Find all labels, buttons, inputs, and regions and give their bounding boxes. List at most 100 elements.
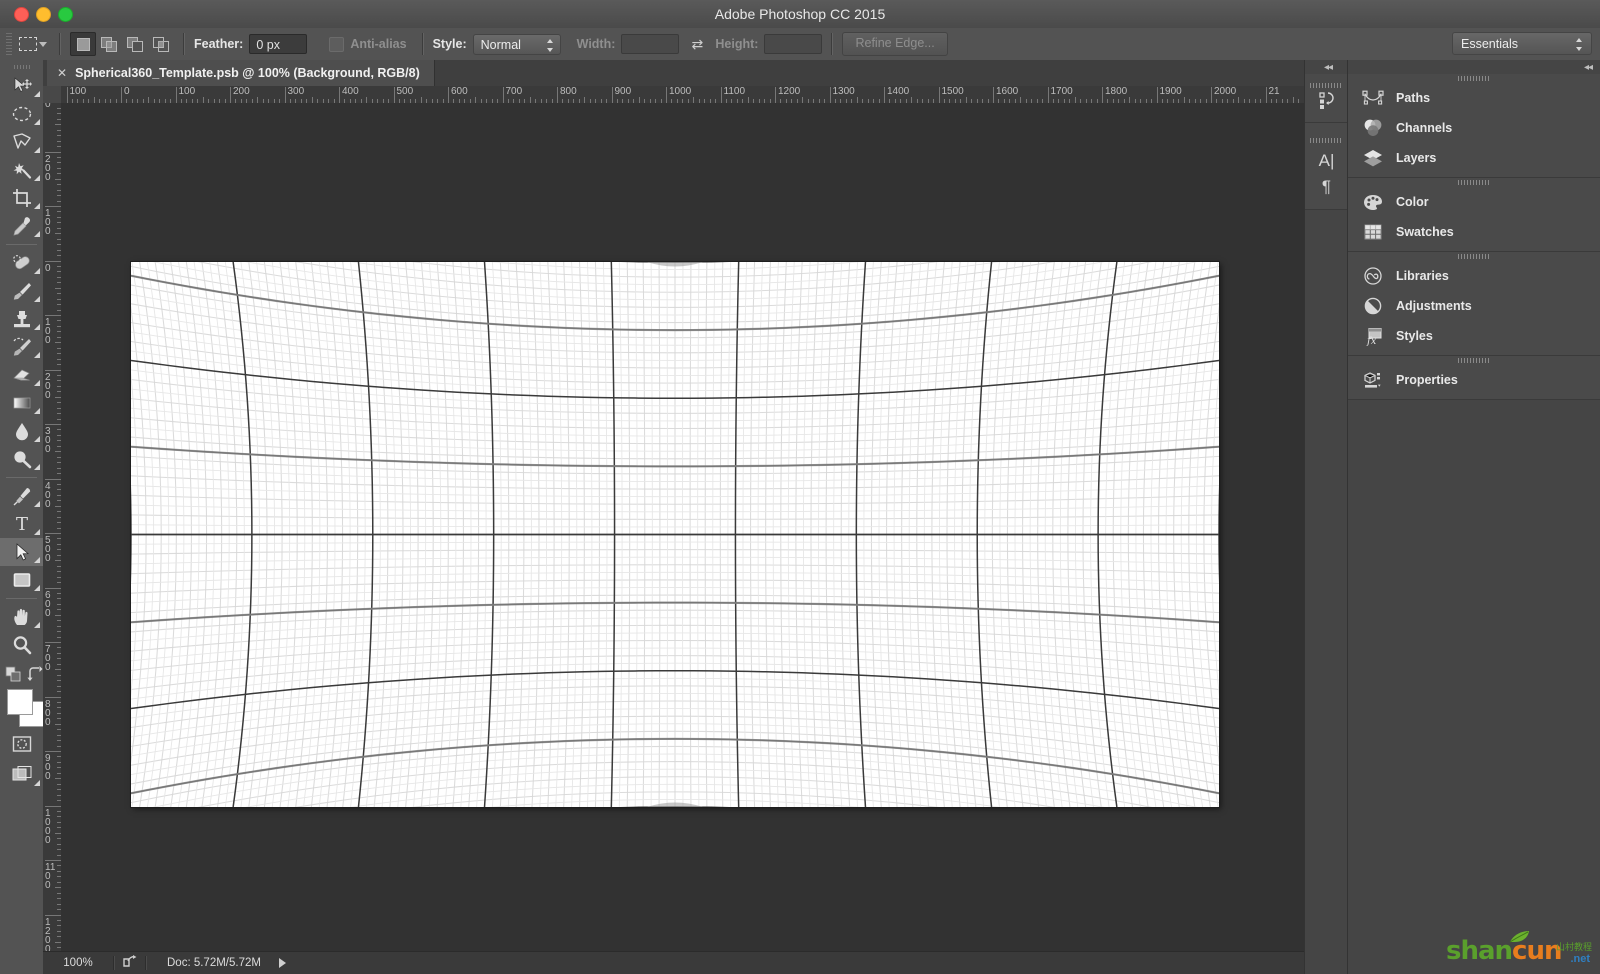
ruler-h-label: 2000 bbox=[1214, 86, 1237, 97]
path-selection-tool[interactable] bbox=[0, 538, 43, 566]
refine-edge-button[interactable]: Refine Edge... bbox=[842, 32, 948, 56]
panel-tab-label: Properties bbox=[1396, 373, 1458, 387]
panel-tab-libraries[interactable]: Libraries bbox=[1348, 261, 1600, 291]
ruler-h-label: 300 bbox=[287, 86, 305, 97]
foreground-color-swatch[interactable] bbox=[7, 689, 33, 715]
tool-flyout-indicator bbox=[34, 585, 40, 591]
collapse-dock-narrow-button[interactable]: ◂◂ bbox=[1305, 60, 1348, 74]
history-brush-tool[interactable] bbox=[0, 333, 43, 361]
pen-tool[interactable] bbox=[0, 482, 43, 510]
gradient-tool[interactable] bbox=[0, 389, 43, 417]
ruler-h-label: 200 bbox=[233, 86, 250, 97]
panel-tab-channels[interactable]: Channels bbox=[1348, 113, 1600, 143]
panel-group-grip[interactable] bbox=[1348, 252, 1600, 261]
panel-tab-label: Paths bbox=[1396, 91, 1431, 105]
collapse-dock-button[interactable]: ◂◂ bbox=[1348, 60, 1600, 74]
anti-alias-checkbox[interactable] bbox=[329, 36, 345, 52]
ruler-h-label: 1100 bbox=[723, 86, 746, 97]
panel-group-grip[interactable] bbox=[1348, 74, 1600, 83]
eraser-tool[interactable] bbox=[0, 361, 43, 389]
intersect-with-selection-button[interactable] bbox=[148, 32, 174, 56]
ruler-v-label: 700 bbox=[45, 644, 51, 673]
ruler-h-label: 100 bbox=[178, 86, 196, 97]
panel-tab-styles[interactable]: fx Styles bbox=[1348, 321, 1600, 351]
document-tab[interactable]: ✕ Spherical360_Template.psb @ 100% (Back… bbox=[47, 60, 435, 86]
width-input[interactable] bbox=[621, 34, 680, 54]
watermark-domain: .net bbox=[1570, 953, 1590, 965]
feather-input[interactable]: 0 px bbox=[249, 34, 308, 54]
panel-tab-layers[interactable]: Layers bbox=[1348, 143, 1600, 173]
close-icon[interactable]: ✕ bbox=[57, 66, 67, 80]
panel-tab-properties[interactable]: Properties bbox=[1348, 365, 1600, 395]
paragraph-pilcrow-icon[interactable]: ¶ bbox=[1322, 177, 1331, 197]
add-to-selection-button[interactable] bbox=[96, 32, 122, 56]
swap-colors-icon[interactable] bbox=[27, 665, 43, 687]
ruler-h-label: 21 bbox=[1268, 86, 1280, 97]
history-panel-tab[interactable] bbox=[1305, 74, 1348, 123]
tool-preset-picker[interactable] bbox=[16, 31, 50, 57]
double-chevron-left-icon: ◂◂ bbox=[1583, 62, 1593, 73]
quick-mask-toggle[interactable] bbox=[0, 729, 43, 759]
spherical-360-grid-template[interactable] bbox=[131, 262, 1219, 807]
panel-tab-swatches[interactable]: Swatches bbox=[1348, 217, 1600, 247]
options-bar-grip[interactable] bbox=[6, 33, 12, 55]
tool-flyout-indicator bbox=[34, 119, 40, 125]
swap-arrows-icon[interactable]: ⇄ bbox=[688, 36, 706, 52]
character-a-icon[interactable]: A| bbox=[1319, 151, 1335, 171]
dodge-tool[interactable] bbox=[0, 445, 43, 473]
share-icon[interactable] bbox=[115, 955, 145, 971]
zoom-tool[interactable] bbox=[0, 631, 43, 659]
type-tool[interactable]: T bbox=[0, 510, 43, 538]
panel-tab-paths[interactable]: Paths bbox=[1348, 83, 1600, 113]
style-label: Style: bbox=[432, 37, 467, 51]
canvas-viewport[interactable] bbox=[61, 103, 1348, 952]
lasso-tool[interactable] bbox=[0, 128, 43, 156]
rectangle-tool[interactable] bbox=[0, 566, 43, 594]
hand-tool[interactable] bbox=[0, 603, 43, 631]
subtract-from-selection-button[interactable] bbox=[122, 32, 148, 56]
spot-healing-brush-tool[interactable] bbox=[0, 249, 43, 277]
brush-tool[interactable] bbox=[0, 277, 43, 305]
eyedropper-tool[interactable] bbox=[0, 212, 43, 240]
adjustments-half-circle-icon bbox=[1362, 295, 1390, 317]
crop-tool[interactable] bbox=[0, 184, 43, 212]
tool-flyout-indicator bbox=[34, 780, 40, 786]
tool-flyout-indicator bbox=[34, 464, 40, 470]
move-tool[interactable] bbox=[0, 72, 43, 100]
ruler-h-label: 1500 bbox=[941, 86, 964, 97]
paths-channels-layers-group: Paths Channels Layers bbox=[1348, 74, 1600, 178]
svg-text:fx: fx bbox=[1366, 336, 1377, 346]
tools-panel-grip[interactable] bbox=[12, 62, 31, 72]
vertical-ruler[interactable]: 0 200 100 0 100 200 300 400 500 600 700 800 900 1000 1… bbox=[43, 103, 62, 952]
blur-tool[interactable] bbox=[0, 417, 43, 445]
ruler-origin-corner[interactable] bbox=[43, 86, 62, 104]
properties-icon bbox=[1362, 369, 1390, 391]
libraries-adjustments-styles-group: Libraries Adjustments fx Styles bbox=[1348, 252, 1600, 356]
workspace-select[interactable]: Essentials bbox=[1452, 32, 1592, 55]
ruler-h-label: 600 bbox=[451, 86, 468, 97]
screen-mode-button[interactable] bbox=[0, 759, 43, 789]
properties-group: Properties bbox=[1348, 356, 1600, 400]
panel-tab-adjustments[interactable]: Adjustments bbox=[1348, 291, 1600, 321]
panel-tab-color[interactable]: Color bbox=[1348, 187, 1600, 217]
magic-wand-tool[interactable] bbox=[0, 156, 43, 184]
feather-label: Feather: bbox=[194, 37, 244, 51]
ruler-v-label: 0 bbox=[45, 103, 51, 110]
subtract-from-selection-icon bbox=[126, 36, 144, 52]
zoom-level-field[interactable]: 100% bbox=[43, 957, 113, 969]
default-colors-icon[interactable] bbox=[5, 666, 21, 687]
tool-flyout-indicator bbox=[34, 203, 40, 209]
panel-group-grip[interactable] bbox=[1348, 178, 1600, 187]
elliptical-marquee-tool[interactable] bbox=[0, 100, 43, 128]
height-input[interactable] bbox=[764, 34, 823, 54]
triangle-right-icon[interactable] bbox=[278, 958, 286, 968]
dock-empty-area bbox=[1348, 400, 1600, 900]
new-selection-button[interactable] bbox=[70, 32, 96, 56]
width-label: Width: bbox=[576, 37, 616, 51]
clone-stamp-tool[interactable] bbox=[0, 305, 43, 333]
tool-flyout-indicator bbox=[34, 296, 40, 302]
tool-flyout-indicator bbox=[34, 380, 40, 386]
style-select[interactable]: Normal bbox=[472, 33, 561, 55]
horizontal-ruler[interactable]: 100 0 100 200 300 400 500 600 700 800 900 1000 1100 1… bbox=[61, 86, 1348, 104]
panel-group-grip[interactable] bbox=[1348, 356, 1600, 365]
